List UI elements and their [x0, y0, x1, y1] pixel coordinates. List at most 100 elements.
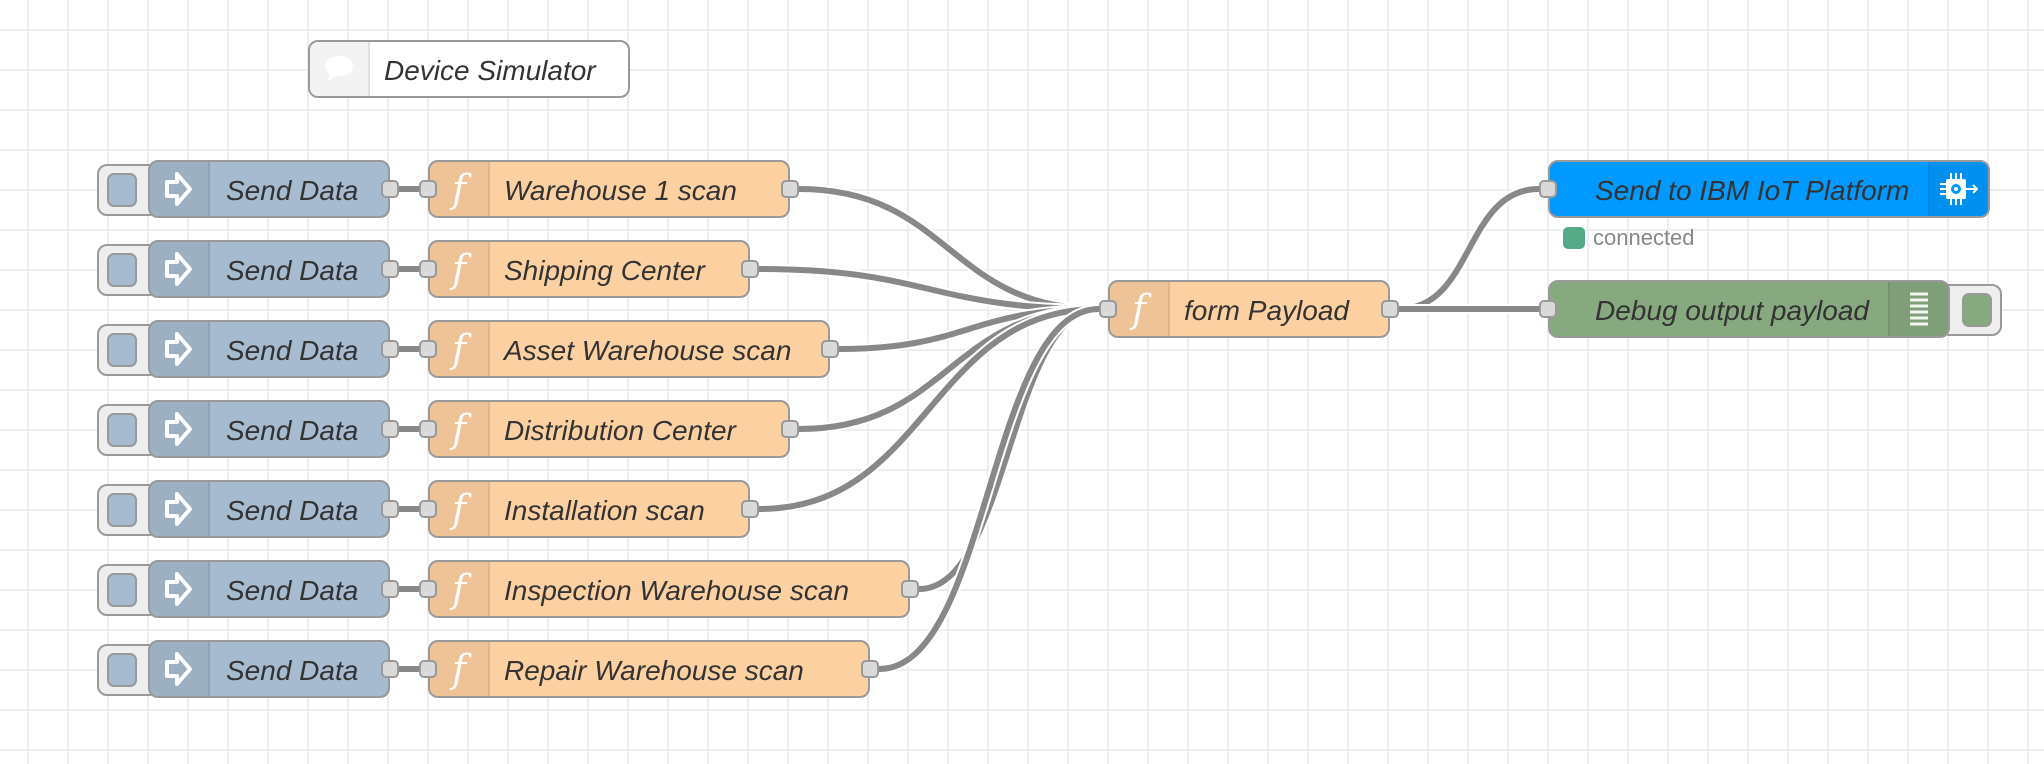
inject-node[interactable]: Send Data	[148, 640, 399, 698]
output-port[interactable]	[381, 420, 399, 438]
wire-function-to-form-payload-outline	[918, 304, 1100, 594]
node-label: Send Data	[226, 255, 359, 286]
wire-function-to-form-payload-outline	[798, 184, 1100, 314]
output-port[interactable]	[741, 500, 759, 518]
input-port[interactable]	[419, 260, 437, 278]
input-port[interactable]	[1099, 300, 1117, 318]
wire-function-to-form-payload-outline	[878, 304, 1100, 674]
wire-function-to-form-payload[interactable]	[758, 266, 1100, 312]
inject-node[interactable]: Send Data	[148, 240, 399, 298]
wire-function-to-form-payload[interactable]	[838, 306, 1100, 352]
debug-node[interactable]: Debug output payload	[1539, 280, 1950, 338]
comment-label: Device Simulator	[384, 55, 596, 86]
arrow-in-icon	[150, 322, 210, 376]
output-port[interactable]	[861, 660, 879, 678]
function-icon: f	[430, 242, 490, 296]
wire-function-to-form-payload-outline	[798, 304, 1100, 434]
input-port[interactable]	[419, 420, 437, 438]
wire-function-to-form-payload-outline	[838, 304, 1100, 354]
arrow-in-icon	[150, 242, 210, 296]
function-node[interactable]: f Asset Warehouse scan	[419, 320, 839, 378]
wire-function-to-form-payload[interactable]	[878, 306, 1100, 672]
node-label: Warehouse 1 scan	[504, 175, 737, 206]
input-port[interactable]	[1539, 180, 1557, 198]
node-label: Distribution Center	[504, 415, 736, 446]
input-port[interactable]	[1539, 300, 1557, 318]
ibm-status: connected	[1563, 225, 1695, 251]
input-port[interactable]	[419, 580, 437, 598]
input-port[interactable]	[419, 500, 437, 518]
wire-form-payload-to-ibm[interactable]	[1398, 186, 1540, 312]
node-label: Send Data	[226, 655, 359, 686]
node-label: Inspection Warehouse scan	[504, 575, 850, 606]
inject-trigger-inner[interactable]	[107, 493, 137, 527]
flow-workspace[interactable]: Device Simulator Send Data f Warehouse 1…	[0, 0, 2044, 764]
function-node[interactable]: f Warehouse 1 scan	[419, 160, 799, 218]
output-port[interactable]	[901, 580, 919, 598]
output-port[interactable]	[381, 180, 399, 198]
function-icon: f	[430, 402, 490, 456]
arrow-in-icon	[150, 482, 210, 536]
function-node[interactable]: f Repair Warehouse scan	[419, 640, 879, 698]
arrow-in-icon	[150, 562, 210, 616]
output-port[interactable]	[1381, 300, 1399, 318]
output-port[interactable]	[381, 500, 399, 518]
function-icon: f	[430, 322, 490, 376]
comment-node-device-simulator[interactable]: Device Simulator	[308, 40, 630, 98]
arrow-in-icon	[150, 642, 210, 696]
function-icon: f	[430, 162, 490, 216]
status-text: connected	[1593, 225, 1695, 250]
wire-function-to-form-payload[interactable]	[798, 306, 1100, 432]
node-label: Send Data	[226, 175, 359, 206]
function-icon: f	[430, 562, 490, 616]
inject-node[interactable]: Send Data	[148, 160, 399, 218]
output-port[interactable]	[381, 580, 399, 598]
wire-function-to-form-payload[interactable]	[918, 306, 1100, 592]
inject-trigger-inner[interactable]	[107, 173, 137, 207]
inject-node[interactable]: Send Data	[148, 560, 399, 618]
input-port[interactable]	[419, 660, 437, 678]
output-port[interactable]	[381, 260, 399, 278]
output-port[interactable]	[381, 660, 399, 678]
function-icon: f	[430, 642, 490, 696]
inject-trigger-inner[interactable]	[107, 573, 137, 607]
inject-node[interactable]: Send Data	[148, 480, 399, 538]
function-node[interactable]: f Inspection Warehouse scan	[419, 560, 919, 618]
node-label: Debug output payload	[1595, 295, 1869, 326]
comment-icon	[310, 42, 370, 96]
debug-toggle-inner[interactable]	[1962, 293, 1992, 327]
input-port[interactable]	[419, 340, 437, 358]
output-port[interactable]	[781, 420, 799, 438]
wire-function-to-form-payload[interactable]	[798, 186, 1100, 312]
output-port[interactable]	[741, 260, 759, 278]
function-icon: f	[1110, 282, 1170, 336]
output-port[interactable]	[821, 340, 839, 358]
function-node[interactable]: f Installation scan	[419, 480, 759, 538]
iot-chip-out-icon	[1928, 162, 1988, 216]
function-node-form-payload[interactable]: f form Payload	[1099, 280, 1399, 338]
status-connected-icon	[1563, 227, 1585, 249]
wire-form-payload-to-ibm-outline	[1398, 184, 1540, 314]
inject-trigger-inner[interactable]	[107, 333, 137, 367]
inject-trigger-inner[interactable]	[107, 253, 137, 287]
ibm-iot-output-node[interactable]: Send to IBM IoT Platform	[1539, 160, 1990, 218]
output-port[interactable]	[781, 180, 799, 198]
input-port[interactable]	[419, 180, 437, 198]
node-label: Repair Warehouse scan	[504, 655, 804, 686]
node-label: Send Data	[226, 575, 359, 606]
node-label: Asset Warehouse scan	[504, 335, 792, 366]
node-label: Shipping Center	[504, 255, 705, 286]
node-label: form Payload	[1184, 295, 1349, 326]
function-node[interactable]: f Shipping Center	[419, 240, 759, 298]
arrow-in-icon	[150, 162, 210, 216]
inject-node[interactable]: Send Data	[148, 400, 399, 458]
function-node[interactable]: f Distribution Center	[419, 400, 799, 458]
node-label: Send Data	[226, 415, 359, 446]
output-port[interactable]	[381, 340, 399, 358]
debug-list-icon	[1888, 282, 1948, 336]
inject-node[interactable]: Send Data	[148, 320, 399, 378]
inject-trigger-inner[interactable]	[107, 653, 137, 687]
inject-trigger-inner[interactable]	[107, 413, 137, 447]
function-icon: f	[430, 482, 490, 536]
arrow-in-icon	[150, 402, 210, 456]
